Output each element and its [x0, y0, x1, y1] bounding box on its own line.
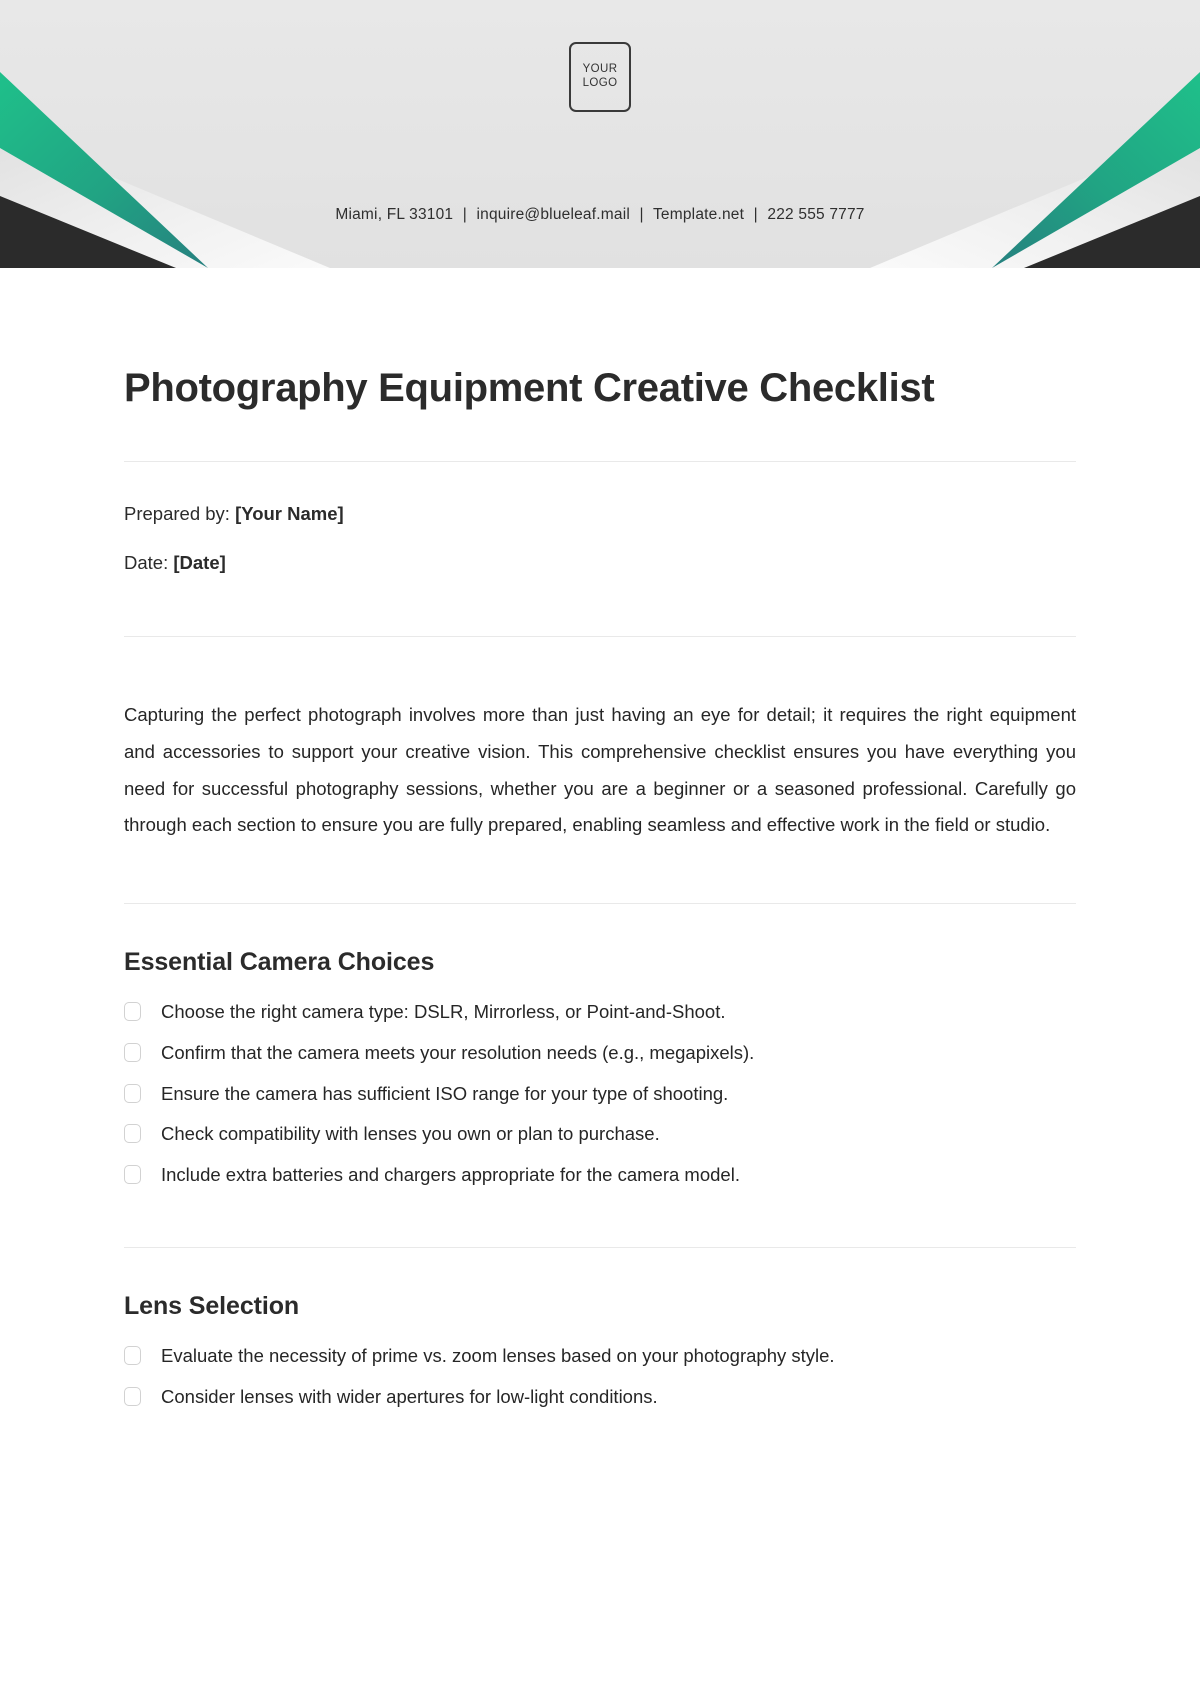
list-item-label: Evaluate the necessity of prime vs. zoom… [161, 1345, 835, 1366]
contact-separator-1: | [462, 206, 467, 223]
page-header: YOUR LOGO Miami, FL 33101 | inquire@blue… [0, 0, 1200, 268]
checkbox-icon[interactable] [124, 1346, 141, 1365]
list-item-label: Consider lenses with wider apertures for… [161, 1385, 658, 1407]
contact-address: Miami, FL 33101 [335, 206, 454, 223]
list-item-label: Confirm that the camera meets your resol… [161, 1041, 755, 1063]
logo-line-1: YOUR [582, 63, 618, 76]
divider-after-meta [124, 635, 1076, 637]
list-item[interactable]: Choose the right camera type: DSLR, Mirr… [124, 999, 1076, 1026]
checkbox-icon[interactable] [124, 1386, 141, 1406]
list-item[interactable]: Check compatibility with lenses you own … [124, 1121, 1076, 1148]
list-item[interactable]: Evaluate the necessity of prime vs. zoom… [124, 1343, 1076, 1370]
list-item-label: Check compatibility with lenses you own … [161, 1123, 660, 1145]
section-title: Lens Selection [124, 1292, 300, 1320]
contact-phone: 222 555 7777 [767, 206, 865, 223]
checklist: Evaluate the necessity of prime vs. zoom… [124, 1343, 1076, 1411]
checklist: Choose the right camera type: DSLR, Mirr… [124, 999, 1076, 1189]
list-item[interactable]: Confirm that the camera meets your resol… [124, 1040, 1076, 1067]
checkbox-icon[interactable] [124, 1042, 141, 1062]
contact-email[interactable]: inquire@blueleaf.mail [477, 206, 631, 223]
section-lens-selection: Lens Selection Evaluate the necessity of… [124, 1248, 1076, 1411]
list-item[interactable]: Consider lenses with wider apertures for… [124, 1384, 1076, 1411]
meta-label-prepared-by: Prepared by: [124, 503, 230, 524]
meta-value-prepared-by[interactable]: [Your Name] [235, 503, 344, 524]
contact-info: Miami, FL 33101 | inquire@blueleaf.mail … [0, 206, 1200, 224]
contact-separator-3: | [753, 206, 758, 223]
list-item[interactable]: Ensure the camera has sufficient ISO ran… [124, 1081, 1076, 1108]
header-decoration [0, 0, 1200, 268]
list-item[interactable]: Include extra batteries and chargers app… [124, 1162, 1076, 1189]
meta-value-date[interactable]: [Date] [173, 552, 225, 573]
checkbox-icon[interactable] [124, 1083, 141, 1103]
list-item-label: Ensure the camera has sufficient ISO ran… [161, 1082, 729, 1104]
meta-row-prepared-by: Prepared by: [Your Name] [124, 502, 1076, 527]
list-item-label: Choose the right camera type: DSLR, Mirr… [161, 1000, 726, 1022]
section-essential-camera-choices: Essential Camera Choices Choose the righ… [124, 904, 1076, 1189]
document-meta: Prepared by: [Your Name] Date: [Date] [124, 462, 1076, 576]
checkbox-icon[interactable] [124, 1001, 141, 1021]
logo-line-2: LOGO [582, 77, 618, 89]
meta-label-date: Date: [124, 551, 169, 573]
intro-paragraph: Capturing the perfect photograph involve… [124, 704, 1076, 836]
contact-website[interactable]: Template.net [653, 206, 744, 223]
meta-row-date: Date: [Date] [124, 551, 1076, 576]
checkbox-icon[interactable] [124, 1124, 141, 1144]
section-title: Essential Camera Choices [124, 947, 435, 976]
contact-separator-2: | [639, 206, 644, 223]
page-title: Photography Equipment Creative Checklist [124, 366, 935, 410]
list-item-label: Include extra batteries and chargers app… [161, 1164, 740, 1186]
logo: YOUR LOGO [0, 42, 1200, 112]
logo-box: YOUR LOGO [569, 42, 631, 112]
document-body: Photography Equipment Creative Checklist… [0, 268, 1200, 1411]
checkbox-icon[interactable] [124, 1165, 141, 1185]
